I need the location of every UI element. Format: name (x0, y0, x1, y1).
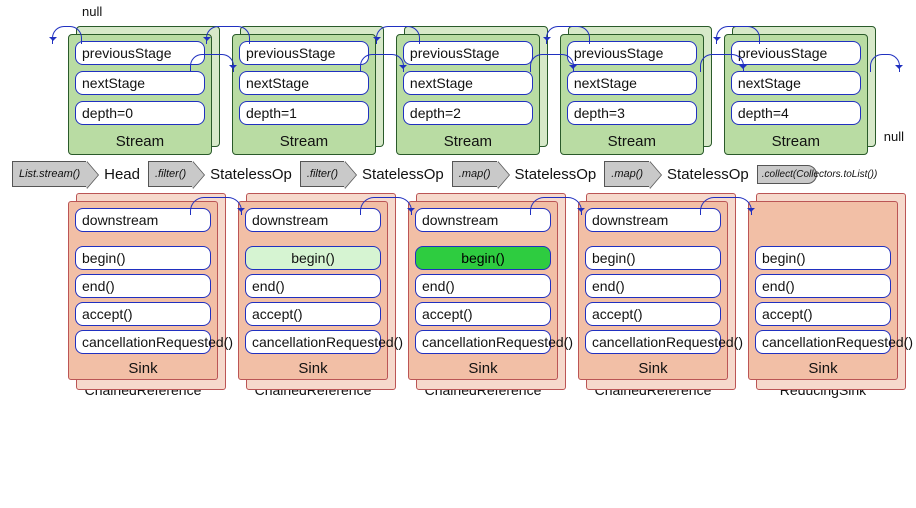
slot-depth: depth=4 (731, 101, 861, 125)
arrow-map: .map() (452, 161, 497, 187)
stage-kind-stateless: StatelessOp (362, 166, 444, 183)
slot-cancellation-requested: cancellationRequested() (245, 330, 381, 354)
slot-cancellation-requested: cancellationRequested() (585, 330, 721, 354)
slot-end: end() (415, 274, 551, 298)
sink-card-reducing: begin() end() accept() cancellationReque… (748, 201, 898, 398)
slot-accept: accept() (585, 302, 721, 326)
downstream-arc (530, 197, 582, 215)
slot-depth: depth=1 (239, 101, 369, 125)
stream-card: previousStage nextStage depth=3 Stream (560, 34, 704, 155)
slot-next-stage: nextStage (567, 71, 697, 95)
slot-cancellation-requested: cancellationRequested() (755, 330, 891, 354)
next-arc (700, 54, 744, 72)
downstream-arc (700, 197, 752, 215)
prev-arc (716, 26, 760, 44)
slot-accept: accept() (415, 302, 551, 326)
null-label-top: null (82, 4, 102, 19)
slot-cancellation-requested: cancellationRequested() (75, 330, 211, 354)
arrow-label: List.stream() (19, 168, 80, 180)
stage-kind-stateless: StatelessOp (210, 166, 292, 183)
slot-depth: depth=3 (567, 101, 697, 125)
slot-previous-stage: previousStage (731, 41, 861, 65)
slot-depth: depth=0 (75, 101, 205, 125)
arrow-list-stream: List.stream() (12, 161, 86, 187)
slot-begin: begin() (585, 246, 721, 270)
sink-row: downstream begin() end() accept() cancel… (58, 195, 904, 398)
slot-end: end() (245, 274, 381, 298)
slot-next-stage: nextStage (75, 71, 205, 95)
slot-previous-stage: previousStage (567, 41, 697, 65)
slot-previous-stage: previousStage (239, 41, 369, 65)
arrow-filter: .filter() (300, 161, 344, 187)
slot-depth: depth=2 (403, 101, 533, 125)
sink-type-label: Sink (75, 358, 211, 379)
stream-card: previousStage nextStage depth=1 Stream (232, 34, 376, 155)
arrow-label: .filter() (155, 168, 186, 180)
stage-kind-head: Head (104, 166, 140, 183)
next-arc (190, 54, 234, 72)
sink-type-label: Sink (245, 358, 381, 379)
sink-card: downstream begin() end() accept() cancel… (578, 201, 728, 398)
stream-card: previousStage nextStage depth=4 Stream (724, 34, 868, 155)
operation-row: List.stream() Head .filter() StatelessOp… (12, 161, 904, 187)
slot-begin: begin() (755, 246, 891, 270)
prev-arc (546, 26, 590, 44)
null-label-right: null (884, 129, 904, 144)
prev-arc (376, 26, 420, 44)
stream-type-label: Stream (239, 131, 369, 152)
slot-next-stage: nextStage (239, 71, 369, 95)
downstream-arc (190, 197, 242, 215)
arrow-label: .map() (459, 168, 491, 180)
slot-accept: accept() (245, 302, 381, 326)
sink-type-label: Sink (585, 358, 721, 379)
next-arc (530, 54, 574, 72)
downstream-arc (360, 197, 412, 215)
next-arc (360, 54, 404, 72)
sink-card: downstream begin() end() accept() cancel… (408, 201, 558, 398)
sink-card: downstream begin() end() accept() cancel… (68, 201, 218, 398)
stream-type-label: Stream (403, 131, 533, 152)
slot-next-stage: nextStage (731, 71, 861, 95)
stage-kind-stateless: StatelessOp (515, 166, 597, 183)
slot-previous-stage: previousStage (403, 41, 533, 65)
arrow-label: .map() (611, 168, 643, 180)
stream-stage-row: null previousStage nextStage depth=0 Str… (58, 8, 904, 155)
stream-card: previousStage nextStage depth=0 Stream (68, 34, 212, 155)
arrow-collect: .collect(Collectors.toList()) (757, 165, 817, 184)
arrow-filter: .filter() (148, 161, 192, 187)
stream-type-label: Stream (731, 131, 861, 152)
slot-cancellation-requested: cancellationRequested() (415, 330, 551, 354)
slot-begin: begin() (75, 246, 211, 270)
stream-type-label: Stream (75, 131, 205, 152)
arrow-label: .filter() (307, 168, 338, 180)
arrow-map: .map() (604, 161, 649, 187)
sink-card: downstream begin() end() accept() cancel… (238, 201, 388, 398)
slot-next-stage: nextStage (403, 71, 533, 95)
sink-type-label: Sink (755, 358, 891, 379)
stream-type-label: Stream (567, 131, 697, 152)
arrow-label: .collect(Collectors.toList()) (762, 169, 878, 180)
slot-previous-stage: previousStage (75, 41, 205, 65)
slot-end: end() (75, 274, 211, 298)
slot-accept: accept() (755, 302, 891, 326)
sink-type-label: Sink (415, 358, 551, 379)
stage-kind-stateless: StatelessOp (667, 166, 749, 183)
slot-begin-highlight-light: begin() (245, 246, 381, 270)
prev-arc (52, 26, 82, 44)
slot-end: end() (585, 274, 721, 298)
slot-accept: accept() (75, 302, 211, 326)
stream-card: previousStage nextStage depth=2 Stream (396, 34, 540, 155)
slot-begin-highlight-strong: begin() (415, 246, 551, 270)
slot-end: end() (755, 274, 891, 298)
prev-arc (206, 26, 250, 44)
next-arc (870, 54, 900, 72)
